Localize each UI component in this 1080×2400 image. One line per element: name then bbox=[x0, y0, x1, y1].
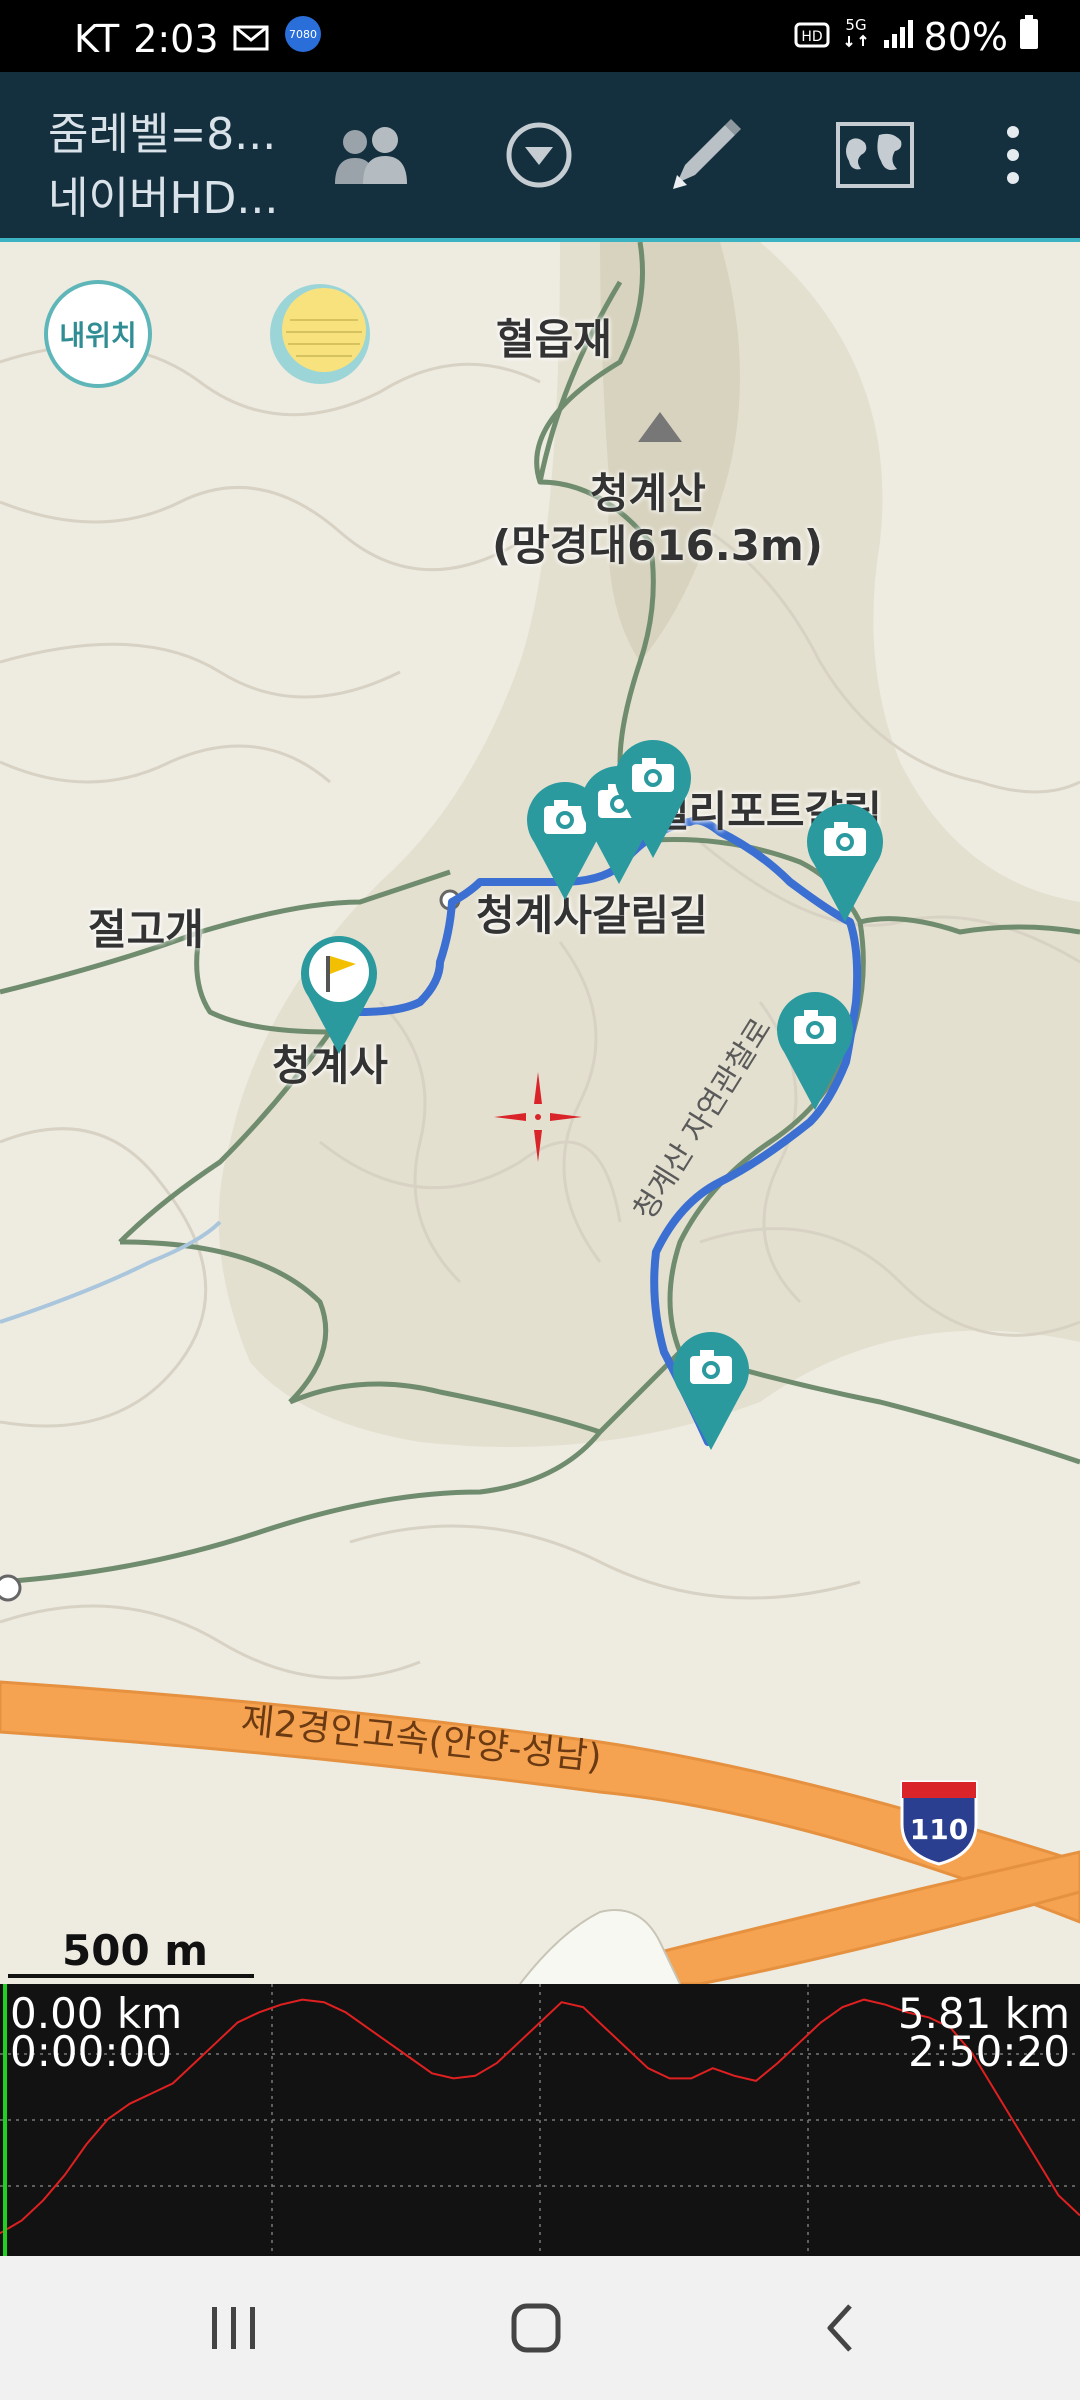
world-map-icon[interactable] bbox=[830, 110, 920, 200]
start-time: 0:00:00 bbox=[10, 2027, 172, 2076]
svg-text:HD: HD bbox=[801, 29, 822, 45]
hd-voice-icon: HD bbox=[794, 15, 830, 59]
photo-marker-5[interactable] bbox=[770, 982, 860, 1112]
label-jeolgogae: 절고개 bbox=[88, 905, 204, 954]
map-view[interactable]: 110 제2경인고속(안양-성남) 청계산 자연관찰로 혈읍재 청계산 (망경대… bbox=[0, 242, 1080, 1984]
start-flag-marker[interactable] bbox=[294, 926, 384, 1056]
home-icon[interactable] bbox=[486, 2288, 586, 2368]
app-notification-icon: 7080 bbox=[283, 14, 323, 63]
recent-apps-icon[interactable] bbox=[184, 2288, 284, 2368]
photo-marker-3[interactable] bbox=[608, 730, 698, 860]
photo-marker-6[interactable] bbox=[666, 1322, 756, 1452]
my-location-label: 내위치 bbox=[59, 319, 137, 352]
end-time: 2:50:20 bbox=[908, 2027, 1070, 2076]
carrier-label: KT bbox=[74, 16, 120, 61]
compass-icon bbox=[270, 284, 370, 384]
more-vert-icon[interactable] bbox=[968, 110, 1058, 200]
scale-label: 500 m bbox=[62, 1926, 209, 1975]
map-canvas: 110 제2경인고속(안양-성남) 청계산 자연관찰로 bbox=[0, 242, 1080, 1984]
clock: 2:03 bbox=[133, 16, 219, 61]
dropdown-circle-icon[interactable] bbox=[494, 110, 584, 200]
notification-badge-text: 7080 bbox=[289, 28, 317, 41]
scale-bar bbox=[8, 1974, 254, 1978]
signal-icon bbox=[882, 15, 914, 59]
route-shield-icon: 110 bbox=[900, 1780, 978, 1866]
app-bar: 줌레벨=8... 네이버HD... bbox=[0, 72, 1080, 242]
svg-text:5G: 5G bbox=[845, 16, 866, 34]
5g-icon: 5G bbox=[840, 14, 872, 59]
pencil-icon[interactable] bbox=[660, 110, 750, 200]
battery-icon bbox=[1018, 14, 1040, 59]
status-bar: KT 2:03 7080 HD 5G 80% bbox=[0, 0, 1080, 72]
system-nav-bar bbox=[0, 2256, 1080, 2400]
label-hyeopeupjae: 혈읍재 bbox=[496, 315, 612, 364]
group-icon[interactable] bbox=[326, 110, 416, 200]
photo-marker-4[interactable] bbox=[800, 794, 890, 924]
map-source-title[interactable]: 네이버HD... bbox=[48, 162, 278, 226]
label-summit: (망경대616.3m) bbox=[492, 521, 823, 570]
compass-button[interactable] bbox=[266, 280, 374, 388]
back-icon[interactable] bbox=[790, 2288, 890, 2368]
battery-percent: 80% bbox=[923, 14, 1008, 59]
my-location-button[interactable]: 내위치 bbox=[44, 280, 152, 388]
zoom-level-title[interactable]: 줌레벨=8... bbox=[48, 98, 276, 162]
svg-text:110: 110 bbox=[910, 1813, 968, 1846]
mail-icon bbox=[233, 17, 269, 61]
elevation-profile[interactable]: 0.00 km 0:00:00 5.81 km 2:50:20 bbox=[0, 1984, 1080, 2256]
